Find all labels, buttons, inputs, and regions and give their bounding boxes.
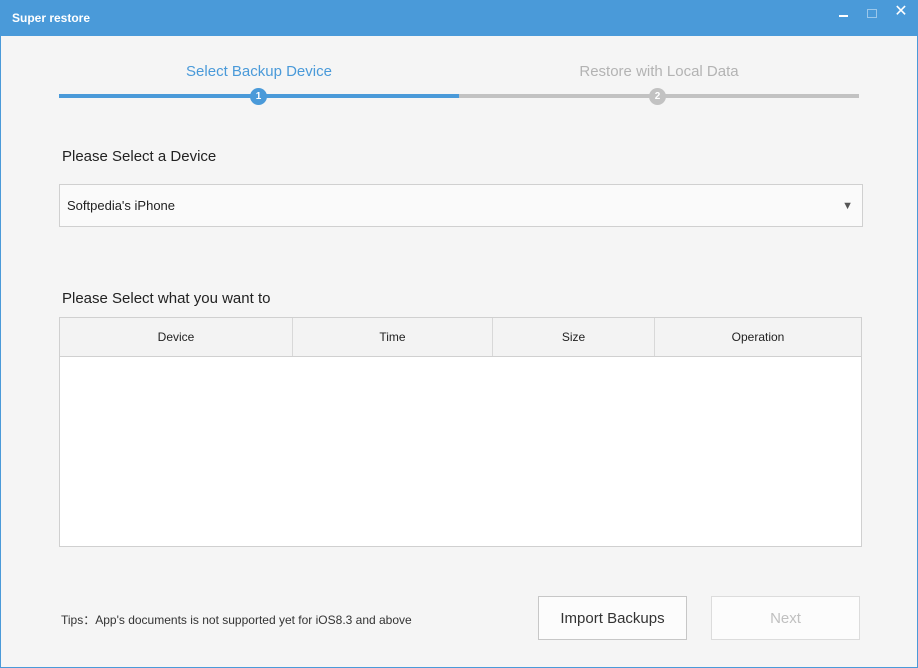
close-icon: ✕	[894, 3, 908, 20]
caret-down-icon[interactable]: ▼	[842, 200, 853, 212]
minimize-icon	[838, 15, 848, 17]
app-window: Super restore ✕ Select Backup Device Res…	[0, 0, 918, 668]
device-dropdown-value: Softpedia's iPhone	[67, 198, 176, 213]
backup-table-header: Device Time Size Operation	[60, 318, 861, 357]
device-dropdown[interactable]: Softpedia's iPhone ▼	[59, 184, 863, 227]
column-header-time[interactable]: Time	[293, 318, 493, 356]
step-1-indicator: 1	[250, 88, 267, 105]
select-device-label: Please Select a Device	[62, 148, 217, 165]
column-header-device[interactable]: Device	[60, 318, 293, 356]
select-backup-label: Please Select what you want to	[62, 290, 271, 307]
column-header-operation[interactable]: Operation	[655, 318, 861, 356]
column-header-size[interactable]: Size	[493, 318, 655, 356]
minimize-button[interactable]	[832, 5, 854, 21]
step-1-label: Select Backup Device	[186, 63, 332, 80]
window-title: Super restore	[12, 11, 91, 25]
tips-text: Tips：App's documents is not supported ye…	[61, 613, 412, 627]
step-2-indicator: 2	[649, 88, 666, 105]
title-bar[interactable]: Super restore ✕	[1, 1, 917, 36]
backup-table: Device Time Size Operation	[59, 317, 862, 547]
step-2-label: Restore with Local Data	[579, 63, 739, 80]
maximize-icon	[867, 8, 877, 18]
next-button[interactable]: Next	[711, 596, 860, 640]
maximize-button[interactable]	[861, 5, 883, 21]
import-backups-button[interactable]: Import Backups	[538, 596, 687, 640]
close-button[interactable]: ✕	[890, 3, 912, 20]
